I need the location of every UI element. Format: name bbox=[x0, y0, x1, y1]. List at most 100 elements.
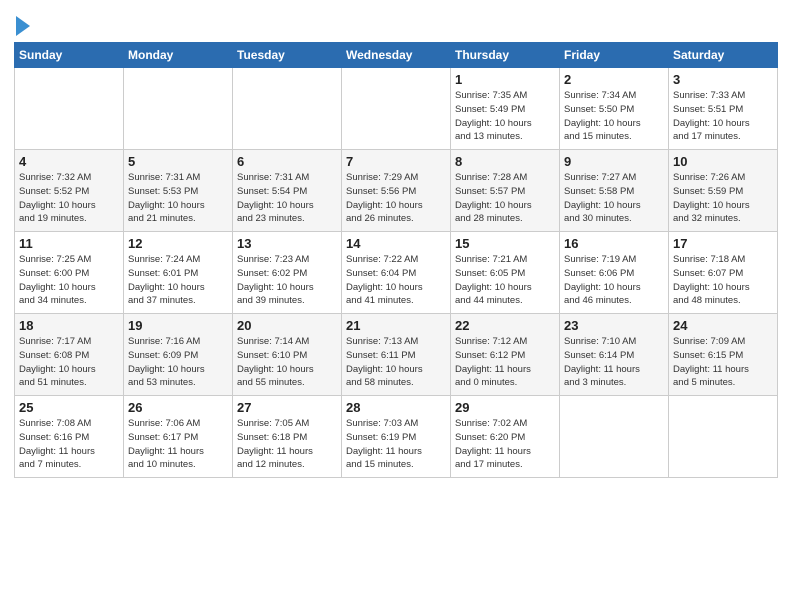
calendar-cell: 11Sunrise: 7:25 AM Sunset: 6:00 PM Dayli… bbox=[15, 232, 124, 314]
day-number: 24 bbox=[673, 318, 773, 333]
day-number: 16 bbox=[564, 236, 664, 251]
day-info: Sunrise: 7:16 AM Sunset: 6:09 PM Dayligh… bbox=[128, 335, 228, 390]
day-number: 22 bbox=[455, 318, 555, 333]
calendar-cell: 28 Sunrise: 7:03 AM Sunset: 6:19 PM Dayli… bbox=[342, 396, 451, 478]
day-info: Sunrise: 7:19 AM Sunset: 6:06 PM Dayligh… bbox=[564, 253, 664, 308]
day-info: Sunrise: 7:31 AM Sunset: 5:54 PM Dayligh… bbox=[237, 171, 337, 226]
day-info: Sunrise: 7:25 AM Sunset: 6:00 PM Dayligh… bbox=[19, 253, 119, 308]
calendar-cell: 4 Sunrise: 7:32 AM Sunset: 5:52 PM Daylig… bbox=[15, 150, 124, 232]
calendar-cell: 22 Sunrise: 7:12 AM Sunset: 6:12 PM Dayli… bbox=[451, 314, 560, 396]
day-number: 10 bbox=[673, 154, 773, 169]
day-number: 27 bbox=[237, 400, 337, 415]
day-info: Sunrise: 7:35 AM Sunset: 5:49 PM Dayligh… bbox=[455, 89, 555, 144]
week-row-5: 25 Sunrise: 7:08 AM Sunset: 6:16 PM Dayli… bbox=[15, 396, 778, 478]
day-number: 9 bbox=[564, 154, 664, 169]
week-row-2: 4 Sunrise: 7:32 AM Sunset: 5:52 PM Daylig… bbox=[15, 150, 778, 232]
day-number: 15 bbox=[455, 236, 555, 251]
day-info: Sunrise: 7:22 AM Sunset: 6:04 PM Dayligh… bbox=[346, 253, 446, 308]
day-info: Sunrise: 7:17 AM Sunset: 6:08 PM Dayligh… bbox=[19, 335, 119, 390]
weekday-header-wednesday: Wednesday bbox=[342, 43, 451, 68]
day-info: Sunrise: 7:33 AM Sunset: 5:51 PM Dayligh… bbox=[673, 89, 773, 144]
day-number: 7 bbox=[346, 154, 446, 169]
weekday-header-tuesday: Tuesday bbox=[233, 43, 342, 68]
weekday-header-friday: Friday bbox=[560, 43, 669, 68]
day-info: Sunrise: 7:10 AM Sunset: 6:14 PM Dayligh… bbox=[564, 335, 664, 390]
calendar-cell: 25 Sunrise: 7:08 AM Sunset: 6:16 PM Dayli… bbox=[15, 396, 124, 478]
weekday-header-monday: Monday bbox=[124, 43, 233, 68]
day-info: Sunrise: 7:05 AM Sunset: 6:18 PM Dayligh… bbox=[237, 417, 337, 472]
day-info: Sunrise: 7:26 AM Sunset: 5:59 PM Dayligh… bbox=[673, 171, 773, 226]
day-info: Sunrise: 7:13 AM Sunset: 6:11 PM Dayligh… bbox=[346, 335, 446, 390]
day-info: Sunrise: 7:34 AM Sunset: 5:50 PM Dayligh… bbox=[564, 89, 664, 144]
weekday-header-saturday: Saturday bbox=[669, 43, 778, 68]
week-row-3: 11Sunrise: 7:25 AM Sunset: 6:00 PM Dayli… bbox=[15, 232, 778, 314]
calendar-cell bbox=[233, 68, 342, 150]
day-number: 5 bbox=[128, 154, 228, 169]
calendar-cell: 1 Sunrise: 7:35 AM Sunset: 5:49 PM Daylig… bbox=[451, 68, 560, 150]
calendar-cell: 9Sunrise: 7:27 AM Sunset: 5:58 PM Daylig… bbox=[560, 150, 669, 232]
calendar-cell bbox=[669, 396, 778, 478]
day-number: 14 bbox=[346, 236, 446, 251]
week-row-1: 1 Sunrise: 7:35 AM Sunset: 5:49 PM Daylig… bbox=[15, 68, 778, 150]
day-number: 1 bbox=[455, 72, 555, 87]
calendar-cell: 5 Sunrise: 7:31 AM Sunset: 5:53 PM Daylig… bbox=[124, 150, 233, 232]
day-number: 23 bbox=[564, 318, 664, 333]
calendar-cell: 6 Sunrise: 7:31 AM Sunset: 5:54 PM Daylig… bbox=[233, 150, 342, 232]
calendar-cell: 15 Sunrise: 7:21 AM Sunset: 6:05 PM Dayli… bbox=[451, 232, 560, 314]
day-info: Sunrise: 7:03 AM Sunset: 6:19 PM Dayligh… bbox=[346, 417, 446, 472]
calendar-cell: 26 Sunrise: 7:06 AM Sunset: 6:17 PM Dayli… bbox=[124, 396, 233, 478]
calendar-cell bbox=[342, 68, 451, 150]
day-number: 26 bbox=[128, 400, 228, 415]
day-number: 20 bbox=[237, 318, 337, 333]
day-info: Sunrise: 7:29 AM Sunset: 5:56 PM Dayligh… bbox=[346, 171, 446, 226]
day-info: Sunrise: 7:32 AM Sunset: 5:52 PM Dayligh… bbox=[19, 171, 119, 226]
day-info: Sunrise: 7:12 AM Sunset: 6:12 PM Dayligh… bbox=[455, 335, 555, 390]
calendar-cell: 29Sunrise: 7:02 AM Sunset: 6:20 PM Dayli… bbox=[451, 396, 560, 478]
day-number: 4 bbox=[19, 154, 119, 169]
day-info: Sunrise: 7:31 AM Sunset: 5:53 PM Dayligh… bbox=[128, 171, 228, 226]
day-info: Sunrise: 7:09 AM Sunset: 6:15 PM Dayligh… bbox=[673, 335, 773, 390]
day-number: 18 bbox=[19, 318, 119, 333]
day-info: Sunrise: 7:06 AM Sunset: 6:17 PM Dayligh… bbox=[128, 417, 228, 472]
calendar-cell: 23 Sunrise: 7:10 AM Sunset: 6:14 PM Dayli… bbox=[560, 314, 669, 396]
calendar-cell: 14 Sunrise: 7:22 AM Sunset: 6:04 PM Dayli… bbox=[342, 232, 451, 314]
calendar-cell: 20Sunrise: 7:14 AM Sunset: 6:10 PM Dayli… bbox=[233, 314, 342, 396]
calendar-cell: 16 Sunrise: 7:19 AM Sunset: 6:06 PM Dayli… bbox=[560, 232, 669, 314]
day-info: Sunrise: 7:21 AM Sunset: 6:05 PM Dayligh… bbox=[455, 253, 555, 308]
calendar-container: SundayMondayTuesdayWednesdayThursdayFrid… bbox=[0, 0, 792, 486]
week-row-4: 18 Sunrise: 7:17 AM Sunset: 6:08 PM Dayli… bbox=[15, 314, 778, 396]
day-info: Sunrise: 7:23 AM Sunset: 6:02 PM Dayligh… bbox=[237, 253, 337, 308]
day-number: 12 bbox=[128, 236, 228, 251]
calendar-cell: 19 Sunrise: 7:16 AM Sunset: 6:09 PM Dayli… bbox=[124, 314, 233, 396]
weekday-header-sunday: Sunday bbox=[15, 43, 124, 68]
day-number: 6 bbox=[237, 154, 337, 169]
calendar-cell: 7 Sunrise: 7:29 AM Sunset: 5:56 PM Daylig… bbox=[342, 150, 451, 232]
calendar-table: SundayMondayTuesdayWednesdayThursdayFrid… bbox=[14, 42, 778, 478]
logo bbox=[14, 14, 30, 36]
calendar-cell: 17Sunrise: 7:18 AM Sunset: 6:07 PM Dayli… bbox=[669, 232, 778, 314]
day-number: 2 bbox=[564, 72, 664, 87]
day-info: Sunrise: 7:18 AM Sunset: 6:07 PM Dayligh… bbox=[673, 253, 773, 308]
calendar-cell: 27 Sunrise: 7:05 AM Sunset: 6:18 PM Dayli… bbox=[233, 396, 342, 478]
header-row bbox=[14, 10, 778, 36]
day-number: 13 bbox=[237, 236, 337, 251]
day-number: 19 bbox=[128, 318, 228, 333]
day-number: 25 bbox=[19, 400, 119, 415]
calendar-cell: 3 Sunrise: 7:33 AM Sunset: 5:51 PM Daylig… bbox=[669, 68, 778, 150]
day-info: Sunrise: 7:02 AM Sunset: 6:20 PM Dayligh… bbox=[455, 417, 555, 472]
day-number: 28 bbox=[346, 400, 446, 415]
calendar-cell: 10 Sunrise: 7:26 AM Sunset: 5:59 PM Dayli… bbox=[669, 150, 778, 232]
day-number: 21 bbox=[346, 318, 446, 333]
weekday-header-row: SundayMondayTuesdayWednesdayThursdayFrid… bbox=[15, 43, 778, 68]
logo-arrow-icon bbox=[16, 16, 30, 36]
weekday-header-thursday: Thursday bbox=[451, 43, 560, 68]
calendar-cell: 24 Sunrise: 7:09 AM Sunset: 6:15 PM Dayli… bbox=[669, 314, 778, 396]
calendar-cell bbox=[560, 396, 669, 478]
calendar-cell: 8Sunrise: 7:28 AM Sunset: 5:57 PM Daylig… bbox=[451, 150, 560, 232]
day-info: Sunrise: 7:08 AM Sunset: 6:16 PM Dayligh… bbox=[19, 417, 119, 472]
day-number: 3 bbox=[673, 72, 773, 87]
calendar-cell bbox=[15, 68, 124, 150]
calendar-cell: 12Sunrise: 7:24 AM Sunset: 6:01 PM Dayli… bbox=[124, 232, 233, 314]
calendar-cell: 13 Sunrise: 7:23 AM Sunset: 6:02 PM Dayli… bbox=[233, 232, 342, 314]
calendar-cell: 2 Sunrise: 7:34 AM Sunset: 5:50 PM Daylig… bbox=[560, 68, 669, 150]
